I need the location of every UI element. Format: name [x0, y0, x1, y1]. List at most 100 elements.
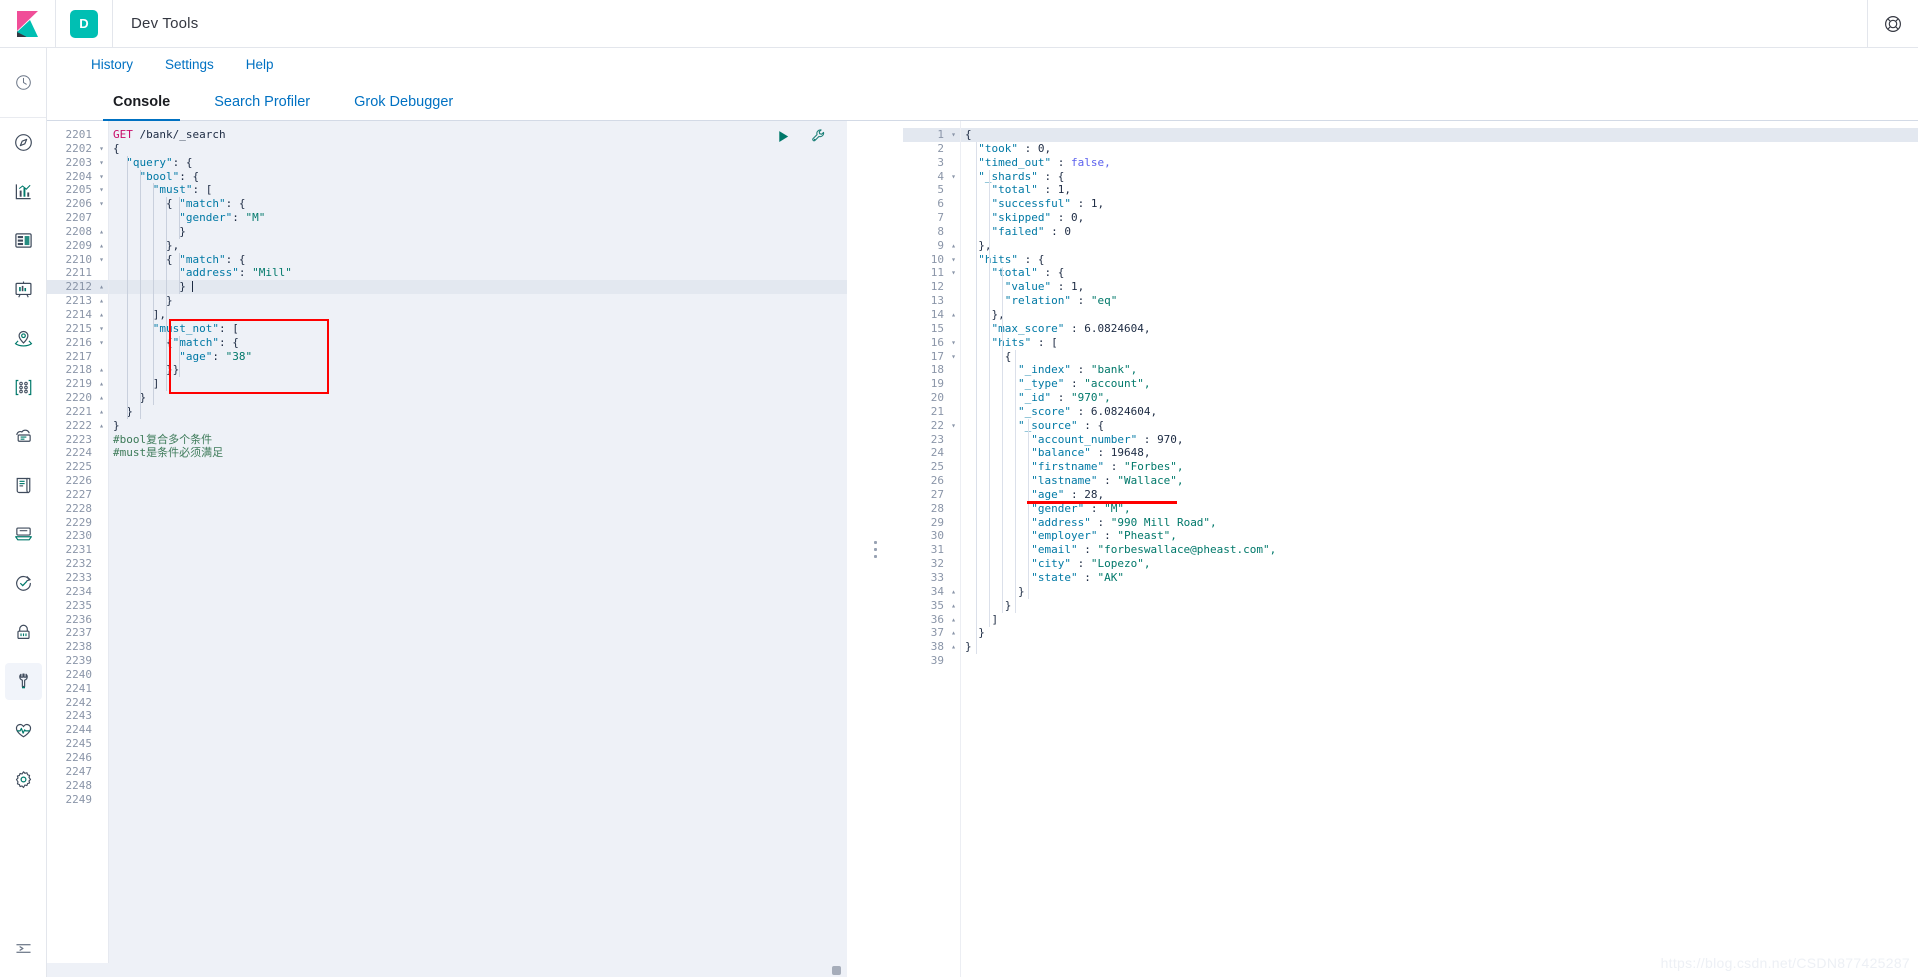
fold-toggle-icon[interactable]: ▾: [99, 253, 104, 267]
tab-console[interactable]: Console: [91, 94, 192, 121]
response-line[interactable]: "timed_out" : false,: [961, 156, 1918, 170]
request-line[interactable]: [109, 571, 847, 585]
response-line[interactable]: "city" : "Lopezo",: [961, 557, 1918, 571]
request-line[interactable]: ]: [109, 377, 847, 391]
fold-toggle-icon[interactable]: ▾: [99, 197, 104, 211]
response-line[interactable]: "_type" : "account",: [961, 377, 1918, 391]
sidebar-item-management[interactable]: [5, 761, 42, 798]
fold-toggle-icon[interactable]: ▴: [951, 626, 956, 640]
sidebar-item-logs[interactable]: [5, 467, 42, 504]
help-circle-icon[interactable]: [1867, 0, 1918, 47]
request-line[interactable]: [109, 613, 847, 627]
fold-toggle-icon[interactable]: ▾: [951, 350, 956, 364]
request-line[interactable]: [109, 793, 847, 807]
fold-toggle-icon[interactable]: ▾: [99, 156, 104, 170]
request-line[interactable]: [109, 640, 847, 654]
fold-toggle-icon[interactable]: ▴: [99, 419, 104, 433]
request-line[interactable]: "age": "38": [109, 350, 847, 364]
response-line[interactable]: "_score" : 6.0824604,: [961, 405, 1918, 419]
fold-toggle-icon[interactable]: ▾: [99, 170, 104, 184]
fold-toggle-icon[interactable]: ▾: [951, 419, 956, 433]
request-line[interactable]: "address": "Mill": [109, 266, 847, 280]
request-line[interactable]: [109, 765, 847, 779]
pane-splitter[interactable]: [847, 121, 903, 977]
response-line[interactable]: }: [961, 640, 1918, 654]
response-line[interactable]: "address" : "990 Mill Road",: [961, 516, 1918, 530]
request-line[interactable]: "query": {: [109, 156, 847, 170]
request-line[interactable]: { "match": {: [109, 253, 847, 267]
response-line[interactable]: [961, 654, 1918, 668]
sidebar-item-discover[interactable]: [5, 124, 42, 161]
response-line[interactable]: "hits" : [: [961, 336, 1918, 350]
request-line[interactable]: "bool": {: [109, 170, 847, 184]
request-line[interactable]: [109, 626, 847, 640]
scrollbar-thumb[interactable]: [832, 966, 841, 975]
response-line[interactable]: "firstname" : "Forbes",: [961, 460, 1918, 474]
request-line[interactable]: [109, 585, 847, 599]
collapse-arrow-icon[interactable]: [5, 934, 42, 971]
sidebar-item-monitoring[interactable]: [5, 712, 42, 749]
fold-toggle-icon[interactable]: ▴: [951, 585, 956, 599]
fold-toggle-icon[interactable]: ▴: [99, 239, 104, 253]
fold-toggle-icon[interactable]: ▴: [99, 391, 104, 405]
play-triangle-icon[interactable]: [776, 129, 791, 144]
request-line[interactable]: [109, 668, 847, 682]
request-line[interactable]: }: [109, 405, 847, 419]
request-line[interactable]: [109, 543, 847, 557]
response-line[interactable]: "total" : {: [961, 266, 1918, 280]
response-line[interactable]: "skipped" : 0,: [961, 211, 1918, 225]
request-line[interactable]: { "match": {: [109, 197, 847, 211]
fold-toggle-icon[interactable]: ▴: [951, 640, 956, 654]
response-line[interactable]: "state" : "AK": [961, 571, 1918, 585]
response-line[interactable]: {: [961, 350, 1918, 364]
request-editor[interactable]: 2201 2202 ▾ 2203 ▾ 2204 ▾ 2205 ▾ 2206 ▾ 2207 2208 ▴ 22…: [47, 121, 847, 963]
response-line[interactable]: "successful" : 1,: [961, 197, 1918, 211]
kibana-logo-icon[interactable]: [0, 0, 56, 47]
request-line[interactable]: [109, 488, 847, 502]
fold-toggle-icon[interactable]: ▴: [99, 225, 104, 239]
fold-toggle-icon[interactable]: ▾: [99, 183, 104, 197]
request-line[interactable]: {: [109, 142, 847, 156]
response-line[interactable]: "took" : 0,: [961, 142, 1918, 156]
wrench-icon[interactable]: [811, 128, 827, 144]
fold-toggle-icon[interactable]: ▴: [99, 377, 104, 391]
request-line[interactable]: [109, 723, 847, 737]
response-line[interactable]: }: [961, 585, 1918, 599]
response-line[interactable]: "failed" : 0: [961, 225, 1918, 239]
response-line[interactable]: },: [961, 308, 1918, 322]
fold-toggle-icon[interactable]: ▾: [99, 142, 104, 156]
splitter-grip-icon[interactable]: [873, 540, 877, 558]
sidebar-item-machine-learning[interactable]: [5, 369, 42, 406]
sidebar-item-visualize[interactable]: [5, 173, 42, 210]
response-line[interactable]: "_index" : "bank",: [961, 363, 1918, 377]
request-line[interactable]: }: [109, 280, 847, 295]
fold-toggle-icon[interactable]: ▴: [99, 308, 104, 322]
response-line[interactable]: {: [961, 128, 1918, 142]
request-line[interactable]: #must是条件必须满足: [109, 446, 847, 460]
request-editor-code[interactable]: GET /bank/_search{ "query": { "bool": { …: [109, 121, 847, 963]
fold-toggle-icon[interactable]: ▾: [951, 128, 956, 142]
fold-toggle-icon[interactable]: ▾: [951, 266, 956, 280]
fold-toggle-icon[interactable]: ▴: [951, 308, 956, 322]
response-line[interactable]: "email" : "forbeswallace@pheast.com",: [961, 543, 1918, 557]
sidebar-item-apm[interactable]: [5, 516, 42, 553]
sidebar-item-maps[interactable]: [5, 320, 42, 357]
response-line[interactable]: "gender" : "M",: [961, 502, 1918, 516]
request-line[interactable]: ],: [109, 308, 847, 322]
request-line[interactable]: [109, 751, 847, 765]
response-code[interactable]: { "took" : 0, "timed_out" : false, "_sha…: [961, 121, 1918, 977]
request-line[interactable]: [109, 502, 847, 516]
response-line[interactable]: }: [961, 599, 1918, 613]
request-line[interactable]: [109, 779, 847, 793]
response-line[interactable]: "age" : 28,: [961, 488, 1918, 502]
request-line[interactable]: [109, 516, 847, 530]
request-line[interactable]: [109, 474, 847, 488]
request-line[interactable]: [109, 709, 847, 723]
response-line[interactable]: ]: [961, 613, 1918, 627]
sidebar-item-recently-viewed[interactable]: [5, 64, 42, 101]
response-line[interactable]: "employer" : "Pheast",: [961, 529, 1918, 543]
fold-toggle-icon[interactable]: ▴: [951, 613, 956, 627]
response-line[interactable]: "balance" : 19648,: [961, 446, 1918, 460]
tab-grok-debugger[interactable]: Grok Debugger: [332, 94, 475, 120]
fold-toggle-icon[interactable]: ▾: [99, 336, 104, 350]
